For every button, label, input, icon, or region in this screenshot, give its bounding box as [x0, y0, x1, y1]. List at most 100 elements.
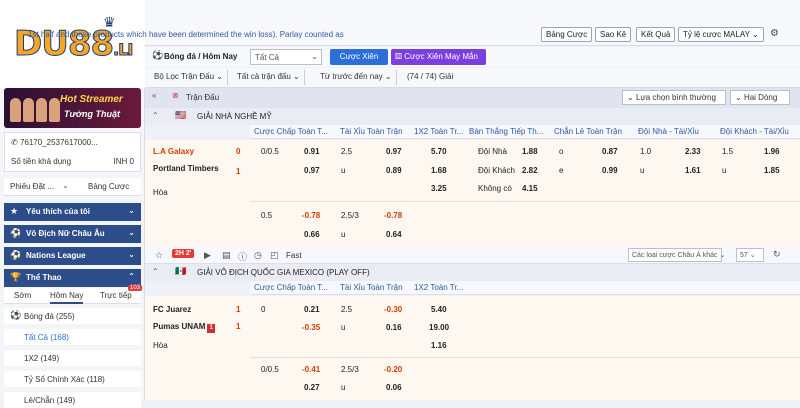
- account-id[interactable]: ✆ 76170_2537617000...: [11, 138, 98, 147]
- col-handicap: Cược Chấp Toàn T...: [254, 127, 328, 136]
- tab-bet-slip[interactable]: Phiếu Đặt ...: [10, 182, 54, 191]
- odds-cell[interactable]: -0.78: [384, 211, 402, 220]
- ou-line: 1.5: [722, 147, 734, 156]
- tab-live[interactable]: Trực tiếp: [100, 291, 132, 300]
- odds-cell[interactable]: 3.25: [431, 184, 447, 193]
- odds-cell[interactable]: 0.16: [386, 323, 402, 332]
- col-1x2: 1X2 Toàn Tr...: [414, 283, 464, 292]
- banner-title: Hot Streamer: [60, 94, 123, 105]
- odds-cell[interactable]: 1.88: [522, 147, 538, 156]
- play-icon[interactable]: ▶: [204, 250, 211, 261]
- results-button[interactable]: Kết Quả: [636, 27, 676, 42]
- odds-cell[interactable]: 0.99: [602, 166, 618, 175]
- odds-cell[interactable]: 0.66: [304, 230, 320, 239]
- all-matches-select[interactable]: Tất cả trận đấu ⌄: [233, 70, 305, 85]
- odds-cell[interactable]: 0.89: [386, 166, 402, 175]
- odds-cell[interactable]: 1.68: [431, 166, 447, 175]
- odds-cell[interactable]: -0.41: [302, 365, 320, 374]
- account-box: ✆ 76170_2537617000... Số tiền khả dụng I…: [4, 132, 141, 172]
- notice-marquee: 1st half and those products which have b…: [28, 30, 344, 39]
- tab-bet-table[interactable]: Bảng Cược: [88, 182, 129, 191]
- info-icon[interactable]: ⓘ: [238, 250, 247, 263]
- odds-type-select[interactable]: Tỷ lệ cược MALAY ⌄: [678, 27, 764, 42]
- odds-cell[interactable]: 4.15: [522, 184, 538, 193]
- phone-icon: ✆: [11, 138, 18, 147]
- odd-even-label: e: [559, 166, 564, 175]
- bet-tabs: Phiếu Đặt ... ⌄ Bảng Cược: [4, 178, 141, 196]
- soccer-icon: ⚽: [152, 50, 164, 60]
- live-count-badge: 103: [128, 285, 143, 291]
- sidebar-item-nations-league[interactable]: ⚽ Nations League ⌄: [4, 247, 141, 265]
- odds-cell[interactable]: 0.87: [602, 147, 618, 156]
- sidebar-item-all[interactable]: Tất Cả (168): [4, 329, 141, 345]
- refresh-icon[interactable]: ↻: [773, 249, 781, 260]
- home-team-name: L.A Galaxy: [153, 147, 195, 156]
- chevron-down-icon: ⌄: [128, 250, 135, 259]
- odds-cell[interactable]: 1.96: [764, 147, 780, 156]
- tab-early[interactable]: Sớm: [14, 291, 31, 300]
- odds-cell[interactable]: 0.97: [304, 166, 320, 175]
- hot-streamer-banner[interactable]: Hot Streamer Tướng Thuật: [4, 88, 141, 128]
- row-divider: [250, 357, 800, 358]
- parlay-button[interactable]: Cược Xiên: [330, 49, 388, 65]
- lucky-parlay-button[interactable]: ⚄ Cược Xiên May Mắn: [391, 49, 486, 65]
- chevron-down-icon: ⌄: [384, 72, 392, 81]
- odds-cell[interactable]: 2.82: [522, 166, 538, 175]
- selection-mode-select[interactable]: ⌄ Lựa chọn bình thường: [622, 90, 726, 105]
- sort-select[interactable]: Từ trước đến nay ⌄: [316, 70, 397, 85]
- ou-line: u: [722, 166, 727, 175]
- odds-cell[interactable]: 0.27: [304, 383, 320, 392]
- timer-icon[interactable]: ◷: [254, 250, 262, 261]
- sidebar-item-sports[interactable]: 🏆 Thể Thao ⌃: [4, 269, 141, 287]
- collapse-icon[interactable]: ⌃: [152, 267, 159, 276]
- odds-cell[interactable]: 1.16: [431, 341, 447, 350]
- sidebar-item-womens-euro[interactable]: ⚽ Vô Địch Nữ Châu Âu ⌄: [4, 225, 141, 243]
- sidebar-item-odd-even[interactable]: Lẻ/Chẵn (149): [4, 392, 141, 408]
- trophy-icon: 🏆: [10, 272, 22, 282]
- collapse-all-icon[interactable]: «: [152, 91, 156, 100]
- market-filter-select[interactable]: Tất Cả ⌄: [250, 49, 322, 65]
- handicap-line: 0/0.5: [261, 147, 279, 156]
- more-markets-select[interactable]: 57 ⌄: [736, 248, 764, 262]
- league-count-select[interactable]: (74 / 74) Giải: [403, 70, 457, 85]
- handicap-line: 0.5: [261, 211, 273, 220]
- tab-today[interactable]: Hôm Nay: [50, 291, 84, 304]
- odds-cell[interactable]: -0.20: [384, 365, 402, 374]
- collapse-icon[interactable]: ⌃: [152, 111, 159, 120]
- odds-cell[interactable]: 5.70: [431, 147, 447, 156]
- sidebar-item-correct-score[interactable]: Tỷ Số Chính Xác (118): [4, 371, 141, 387]
- odds-cell[interactable]: 5.40: [431, 305, 447, 314]
- fast-bet-label[interactable]: Fast: [286, 251, 302, 260]
- odds-cell[interactable]: 0.21: [304, 305, 320, 314]
- sidebar-item-1x2[interactable]: 1X2 (149): [4, 350, 141, 366]
- sidebar-item-favorites[interactable]: ★ Yêu thích của tôi ⌄: [4, 203, 141, 221]
- statement-button[interactable]: Sao Kê: [595, 27, 632, 42]
- odds-cell[interactable]: -0.35: [302, 323, 320, 332]
- chart-icon[interactable]: ◰: [270, 250, 279, 261]
- odds-cell[interactable]: 1.61: [685, 166, 701, 175]
- odds-cell[interactable]: 0.97: [386, 147, 402, 156]
- stats-icon[interactable]: ▤: [222, 250, 231, 261]
- odds-cell[interactable]: -0.30: [384, 305, 402, 314]
- odds-cell[interactable]: 0.64: [386, 230, 402, 239]
- match-filter-select[interactable]: Bộ Lọc Trận Đấu ⌄: [150, 70, 228, 85]
- chevron-down-icon: ⌄: [293, 72, 300, 81]
- bet-list-button[interactable]: Bảng Cược: [541, 27, 593, 42]
- other-asian-markets-select[interactable]: Các loại cược Châu Á khác ⌄: [628, 248, 725, 262]
- odds-cell[interactable]: 19.00: [429, 323, 449, 332]
- odds-cell[interactable]: 0.91: [304, 147, 320, 156]
- lines-select[interactable]: ⌄ Hai Dòng: [730, 90, 790, 105]
- league-header[interactable]: ⌃ 🇺🇸 GIẢI NHÀ NGHỀ MỸ: [145, 108, 800, 125]
- sidebar-item-soccer[interactable]: ⚽ Bóng đá (255): [4, 308, 141, 324]
- odds-cell[interactable]: 0.06: [386, 383, 402, 392]
- chevron-down-icon: ⌄: [752, 30, 759, 39]
- odds-cell[interactable]: 1.85: [764, 166, 780, 175]
- favorite-star-icon[interactable]: ☆: [155, 250, 163, 261]
- chevron-up-icon: ⌃: [128, 272, 135, 281]
- settings-icon[interactable]: ⚙: [770, 28, 779, 39]
- draw-label: Hòa: [153, 341, 168, 350]
- league-header[interactable]: ⌃ 🇲🇽 GIẢI VÔ ĐỊCH QUỐC GIA MEXICO (PLAY …: [145, 264, 800, 281]
- odds-cell[interactable]: -0.78: [302, 211, 320, 220]
- chevron-down-icon[interactable]: ⌄: [62, 181, 69, 190]
- odds-cell[interactable]: 2.33: [685, 147, 701, 156]
